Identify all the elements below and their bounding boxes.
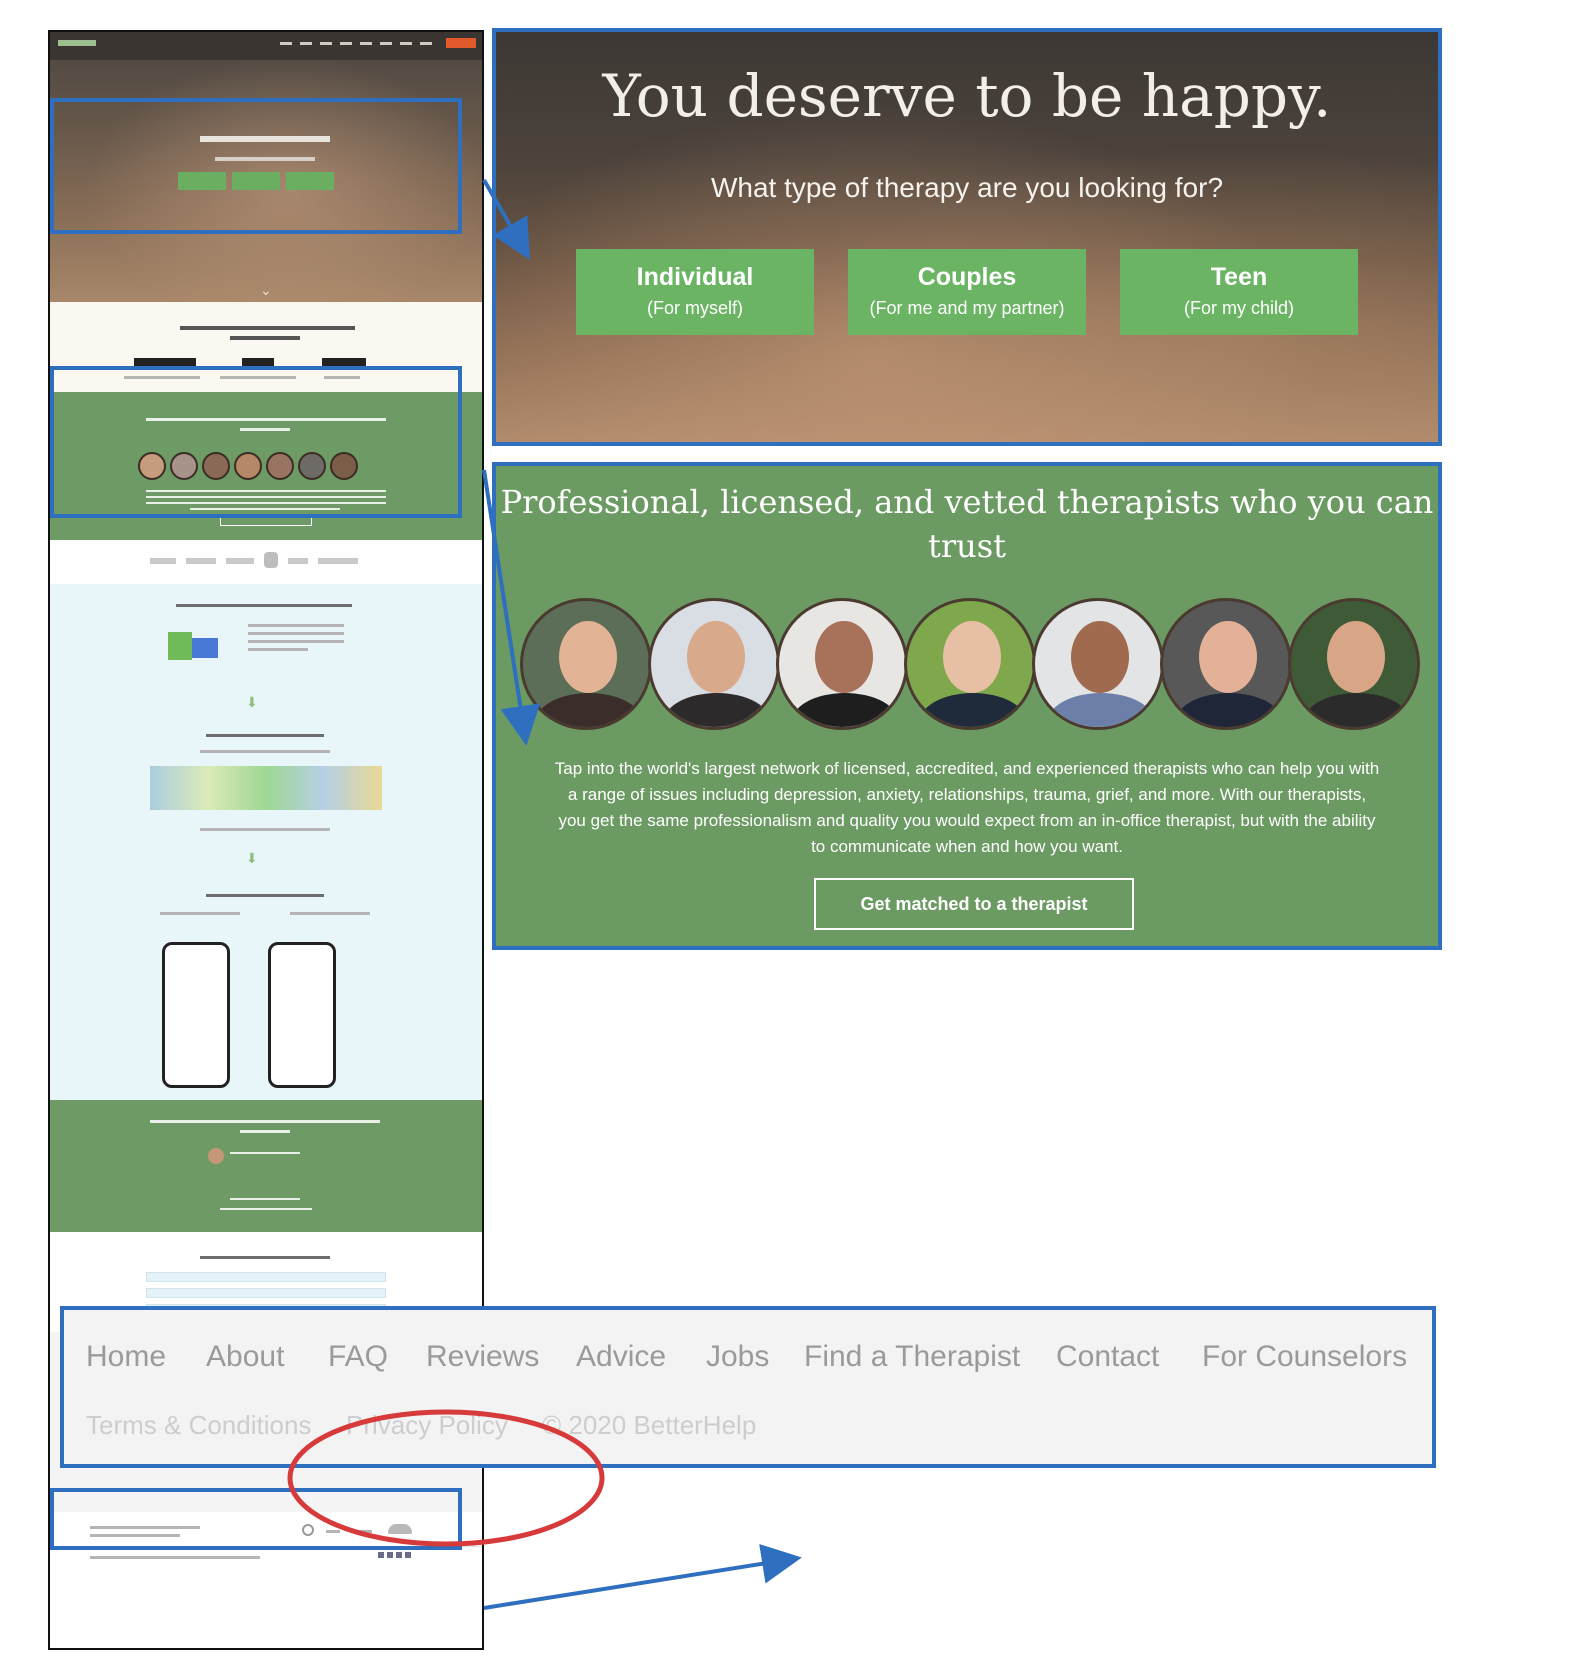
thumb-nav-links [280,42,432,45]
thumb-phone-mockup [268,942,336,1088]
therapists-heading: Professional, licensed, and vetted thera… [500,483,1434,565]
thumb-stats-line [230,336,300,340]
footer-callout: Home About FAQ Reviews Advice Jobs Find … [60,1306,1436,1468]
therapists-description: Tap into the world's largest network of … [554,759,1380,856]
thumb-down-arrow-icon: ⬇ [246,850,258,866]
thumb-logo [58,40,96,46]
hero-callout: You deserve to be happy. What type of th… [492,28,1442,446]
thumb-text-line [90,1556,260,1559]
button-sublabel: (For myself) [647,298,743,318]
thumb-navbar [50,32,482,60]
button-sublabel: (For my child) [1183,298,1294,318]
footer-link-contact[interactable]: Contact [1056,1340,1159,1374]
thumb-stats-line [180,326,355,330]
get-matched-button[interactable]: Get matched to a therapist [814,878,1134,930]
footer-copyright: © 2020 BetterHelp [542,1410,757,1440]
thumb-down-arrow-icon: ⬇ [246,694,258,710]
thumb-text-line [150,1120,380,1123]
thumb-nav-cta [446,38,476,48]
thumb-text-line [290,912,370,915]
thumb-text-line [200,828,330,831]
thumb-devices-illustration [150,766,382,810]
thumb-how-it-works: ⬇ ⬇ [50,584,482,1100]
connector-footer [483,1544,802,1610]
thumb-heading-line [206,894,324,897]
button-label: Individual [636,263,754,291]
button-label: Teen [1210,263,1268,291]
button-sublabel: (For me and my partner) [869,298,1065,318]
footer-link-about[interactable]: About [206,1340,284,1374]
thumb-heading-line [200,1256,330,1259]
footer-link-privacy[interactable]: Privacy Policy [346,1410,508,1441]
thumb-highlight-footer [50,1488,462,1550]
thumb-text-line [248,632,344,635]
thumb-faq-row [146,1288,386,1298]
thumb-social-icons [378,1552,412,1558]
footer-link-reviews[interactable]: Reviews [426,1340,539,1374]
thumb-faq-row [146,1272,386,1282]
thumb-testimonial-section [50,1100,482,1232]
thumb-text-line [230,1152,300,1154]
footer-link-faq[interactable]: FAQ [328,1340,388,1374]
footer-link-find-therapist[interactable]: Find a Therapist [804,1340,1020,1374]
thumb-press-logo [318,558,358,564]
therapist-avatar [776,598,908,730]
footer-link-home[interactable]: Home [86,1340,166,1374]
thumb-highlight-therapists [50,366,462,518]
footer-link-jobs[interactable]: Jobs [706,1340,769,1374]
therapists-callout: Professional, licensed, and vetted thera… [492,462,1442,950]
therapist-avatar [1032,598,1164,730]
thumb-text-line [248,648,308,651]
thumb-press-logo [226,558,254,564]
button-label: Couples [917,263,1017,291]
thumb-testimonial-avatar [208,1148,224,1164]
thumb-press-logo [186,558,216,564]
footer-link-for-counselors[interactable]: For Counselors [1202,1340,1407,1374]
individual-therapy-button[interactable]: Individual (For myself) [576,249,814,335]
thumb-heading-line [206,734,324,737]
thumb-text-line [248,624,344,627]
thumb-press-logo [288,558,308,564]
footer-link-advice[interactable]: Advice [576,1340,666,1374]
thumb-text-line [200,750,330,753]
thumb-puzzle-icon [192,638,218,658]
thumb-press-logo [150,558,176,564]
thumb-scroll-chevron-icon: ⌄ [260,282,272,298]
thumb-text-line [230,1198,300,1200]
footer-link-terms[interactable]: Terms & Conditions [86,1410,311,1441]
hero-title: You deserve to be happy. [602,62,1332,130]
thumb-phone-mockup [162,942,230,1088]
thumb-text-line [248,640,344,643]
therapist-avatar [648,598,780,730]
thumb-text-line [160,912,240,915]
thumb-text-line [220,1208,312,1210]
thumb-highlight-hero [50,98,462,234]
thumb-puzzle-icon [168,632,192,660]
hero-question: What type of therapy are you looking for… [710,172,1224,203]
thumb-press-logos [50,540,482,584]
thumb-heading-line [176,604,352,607]
therapist-avatar [904,598,1036,730]
therapist-avatar [1160,598,1292,730]
thumb-text-line [240,1130,290,1133]
couples-therapy-button[interactable]: Couples (For me and my partner) [848,249,1086,335]
therapist-avatar [520,598,652,730]
therapist-avatar [1288,598,1420,730]
thumb-press-badge-icon [264,552,278,568]
teen-therapy-button[interactable]: Teen (For my child) [1120,249,1358,335]
